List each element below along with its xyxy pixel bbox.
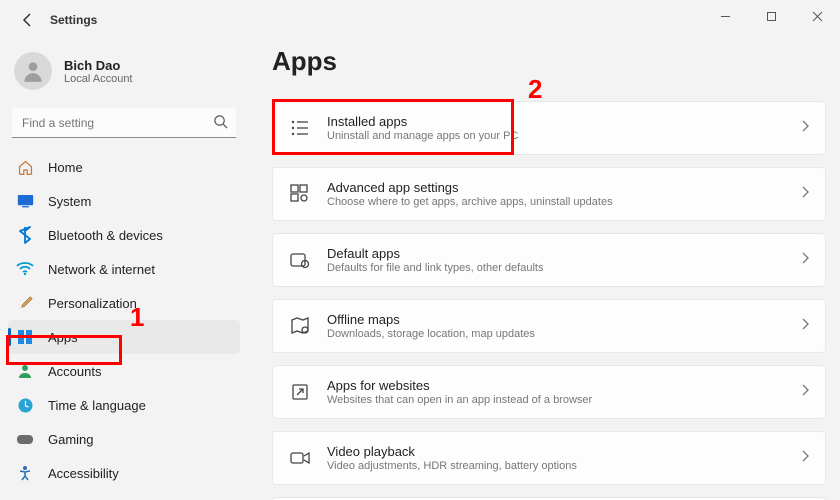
card-sub: Video adjustments, HDR streaming, batter… — [327, 460, 801, 472]
sidebar-item-home[interactable]: Home — [8, 150, 240, 184]
card-sub: Downloads, storage location, map updates — [327, 328, 801, 340]
apps-icon — [16, 328, 34, 346]
card-offline-maps[interactable]: Offline mapsDownloads, storage location,… — [272, 299, 826, 353]
close-button[interactable] — [794, 0, 840, 32]
card-sub: Defaults for file and link types, other … — [327, 262, 801, 274]
sidebar-item-personalization[interactable]: Personalization — [8, 286, 240, 320]
sidebar-item-bluetooth[interactable]: Bluetooth & devices — [8, 218, 240, 252]
gamepad-icon — [16, 430, 34, 448]
app-title: Settings — [50, 13, 97, 27]
card-title: Video playback — [327, 444, 801, 459]
chevron-right-icon — [801, 119, 809, 137]
profile-sub: Local Account — [64, 73, 133, 85]
sidebar-item-accounts[interactable]: Accounts — [8, 354, 240, 388]
sidebar-item-label: Home — [48, 160, 83, 175]
sidebar-item-label: System — [48, 194, 91, 209]
card-title: Installed apps — [327, 114, 801, 129]
sidebar-item-label: Personalization — [48, 296, 137, 311]
sidebar-item-gaming[interactable]: Gaming — [8, 422, 240, 456]
card-sub: Uninstall and manage apps on your PC — [327, 130, 801, 142]
paintbrush-icon — [16, 294, 34, 312]
video-icon — [289, 447, 311, 469]
card-title: Advanced app settings — [327, 180, 801, 195]
chevron-right-icon — [801, 449, 809, 467]
apps-gear-icon — [289, 183, 311, 205]
search-box[interactable] — [12, 108, 236, 138]
home-icon — [16, 158, 34, 176]
maximize-button[interactable] — [748, 0, 794, 32]
sidebar-item-network[interactable]: Network & internet — [8, 252, 240, 286]
back-button[interactable] — [12, 4, 44, 36]
default-apps-icon — [289, 249, 311, 271]
card-title: Apps for websites — [327, 378, 801, 393]
chevron-right-icon — [801, 251, 809, 269]
search-icon — [213, 114, 228, 134]
card-advanced-app-settings[interactable]: Advanced app settingsChoose where to get… — [272, 167, 826, 221]
annotation-number-2: 2 — [528, 74, 542, 105]
sidebar-item-label: Time & language — [48, 398, 146, 413]
sidebar-item-label: Accounts — [48, 364, 101, 379]
card-sub: Choose where to get apps, archive apps, … — [327, 196, 801, 208]
profile-block[interactable]: Bich Dao Local Account — [8, 44, 240, 104]
list-icon — [289, 117, 311, 139]
wifi-icon — [16, 260, 34, 278]
avatar-icon — [14, 52, 52, 90]
sidebar-item-label: Gaming — [48, 432, 94, 447]
sidebar-item-accessibility[interactable]: Accessibility — [8, 456, 240, 490]
sidebar: Bich Dao Local Account Home System Bluet… — [0, 40, 248, 500]
open-external-icon — [289, 381, 311, 403]
bluetooth-icon — [16, 226, 34, 244]
sidebar-item-apps[interactable]: Apps — [8, 320, 240, 354]
chevron-right-icon — [801, 317, 809, 335]
card-title: Offline maps — [327, 312, 801, 327]
sidebar-item-system[interactable]: System — [8, 184, 240, 218]
map-icon — [289, 315, 311, 337]
card-video-playback[interactable]: Video playbackVideo adjustments, HDR str… — [272, 431, 826, 485]
sidebar-item-label: Bluetooth & devices — [48, 228, 163, 243]
card-title: Default apps — [327, 246, 801, 261]
annotation-number-1: 1 — [130, 302, 144, 333]
accessibility-icon — [16, 464, 34, 482]
sidebar-item-label: Apps — [48, 330, 78, 345]
page-title: Apps — [272, 46, 826, 77]
sidebar-item-time[interactable]: Time & language — [8, 388, 240, 422]
person-icon — [16, 362, 34, 380]
card-installed-apps[interactable]: Installed appsUninstall and manage apps … — [272, 101, 826, 155]
main-content: Apps Installed appsUninstall and manage … — [248, 40, 840, 500]
card-default-apps[interactable]: Default appsDefaults for file and link t… — [272, 233, 826, 287]
chevron-right-icon — [801, 185, 809, 203]
profile-name: Bich Dao — [64, 58, 133, 73]
chevron-right-icon — [801, 383, 809, 401]
globe-clock-icon — [16, 396, 34, 414]
sidebar-item-label: Network & internet — [48, 262, 155, 277]
sidebar-item-label: Accessibility — [48, 466, 119, 481]
search-input[interactable] — [12, 108, 236, 138]
minimize-button[interactable] — [702, 0, 748, 32]
card-apps-for-websites[interactable]: Apps for websitesWebsites that can open … — [272, 365, 826, 419]
system-icon — [16, 192, 34, 210]
card-sub: Websites that can open in an app instead… — [327, 394, 801, 406]
